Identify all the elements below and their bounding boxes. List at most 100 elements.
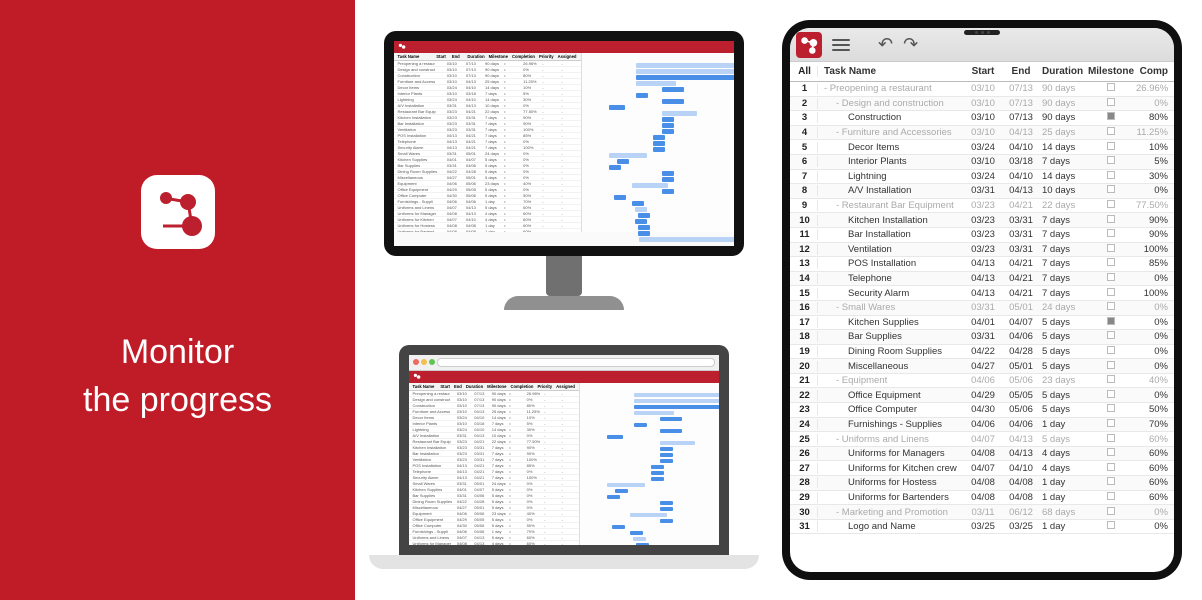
gantt-chart[interactable] bbox=[579, 383, 719, 545]
milestone-checkbox-icon[interactable] bbox=[1107, 317, 1115, 325]
gantt-bar[interactable] bbox=[632, 183, 669, 188]
milestone-cell[interactable] bbox=[1086, 404, 1136, 415]
gantt-bar[interactable] bbox=[662, 171, 675, 176]
milestone-checkbox-icon[interactable] bbox=[1107, 434, 1115, 442]
milestone-checkbox-icon[interactable] bbox=[1107, 448, 1115, 456]
milestone-cell[interactable] bbox=[1086, 142, 1136, 153]
task-row[interactable]: 29Uniforms for Bartenders04/0804/081 day… bbox=[790, 491, 1174, 506]
milestone-cell[interactable] bbox=[1086, 419, 1136, 430]
gantt-bar[interactable] bbox=[636, 81, 676, 86]
task-row[interactable]: 9- Restaurant Bar Equipment03/2304/2122 … bbox=[790, 199, 1174, 214]
milestone-checkbox-icon[interactable] bbox=[1107, 112, 1115, 120]
gantt-bar[interactable] bbox=[609, 153, 647, 158]
gantt-bar[interactable] bbox=[630, 513, 667, 518]
milestone-cell[interactable] bbox=[1086, 127, 1136, 138]
col-milestone[interactable]: Milestone bbox=[1086, 66, 1136, 77]
address-bar[interactable] bbox=[437, 358, 715, 367]
gantt-bar[interactable] bbox=[660, 429, 682, 434]
task-row[interactable]: 12Ventilation03/2303/317 days100% bbox=[790, 243, 1174, 258]
milestone-cell[interactable] bbox=[1086, 492, 1136, 503]
milestone-cell[interactable] bbox=[1086, 521, 1136, 532]
milestone-cell[interactable] bbox=[1086, 331, 1136, 342]
gantt-bar[interactable] bbox=[612, 525, 625, 530]
milestone-checkbox-icon[interactable] bbox=[1107, 171, 1115, 179]
task-row[interactable]: 14Telephone04/1304/217 days0% bbox=[790, 272, 1174, 287]
milestone-checkbox-icon[interactable] bbox=[1107, 215, 1115, 223]
task-row[interactable]: 1- Preopening a restaurant03/1007/1390 d… bbox=[790, 82, 1174, 97]
task-row[interactable]: 16- Small Wares03/3105/0124 days0% bbox=[790, 301, 1174, 316]
gantt-bar[interactable] bbox=[609, 165, 622, 170]
task-row[interactable]: 11Bar Installation03/2303/317 days90% bbox=[790, 228, 1174, 243]
task-row[interactable]: 10Kitchen Installation03/2303/317 days90… bbox=[790, 213, 1174, 228]
app-logo-icon[interactable] bbox=[796, 32, 822, 58]
gantt-bar[interactable] bbox=[660, 453, 673, 458]
gantt-bar[interactable] bbox=[662, 117, 675, 122]
gantt-bar[interactable] bbox=[660, 459, 673, 464]
milestone-cell[interactable] bbox=[1086, 317, 1136, 328]
gantt-bar[interactable] bbox=[634, 423, 647, 428]
col-end[interactable]: End bbox=[1002, 66, 1040, 77]
gantt-bar[interactable] bbox=[635, 207, 648, 212]
milestone-cell[interactable] bbox=[1086, 156, 1136, 167]
gantt-chart[interactable] bbox=[581, 53, 734, 232]
milestone-checkbox-icon[interactable] bbox=[1107, 288, 1115, 296]
task-row[interactable]: 24Furnishings - Supplies04/0604/061 day7… bbox=[790, 418, 1174, 433]
gantt-bar[interactable] bbox=[633, 537, 646, 542]
milestone-cell[interactable] bbox=[1086, 375, 1136, 386]
col-task-name[interactable]: Task Name bbox=[818, 66, 964, 77]
milestone-cell[interactable] bbox=[1086, 463, 1136, 474]
col-duration[interactable]: Duration bbox=[1040, 66, 1086, 77]
task-row[interactable]: 15Security Alarm04/1304/217 days100% bbox=[790, 286, 1174, 301]
milestone-checkbox-icon[interactable] bbox=[1107, 302, 1115, 310]
task-row[interactable]: 5Decor Items03/2404/1014 days10% bbox=[790, 140, 1174, 155]
window-minimize-icon[interactable] bbox=[421, 359, 427, 365]
gantt-bar[interactable] bbox=[638, 213, 651, 218]
gantt-bar[interactable] bbox=[662, 123, 675, 128]
col-completion[interactable]: Comp bbox=[1136, 66, 1172, 77]
milestone-checkbox-icon[interactable] bbox=[1107, 127, 1115, 135]
task-row[interactable]: 27Uniforms for Kitchen crew04/0704/104 d… bbox=[790, 461, 1174, 476]
milestone-cell[interactable] bbox=[1086, 171, 1136, 182]
milestone-cell[interactable] bbox=[1086, 200, 1136, 211]
milestone-checkbox-icon[interactable] bbox=[1107, 521, 1115, 529]
task-table[interactable]: Task Name Start End Duration Milestone C… bbox=[394, 53, 581, 232]
milestone-cell[interactable] bbox=[1086, 185, 1136, 196]
gantt-bar[interactable] bbox=[607, 495, 620, 500]
task-row[interactable]: 8A/V Installation03/3104/1310 days0% bbox=[790, 184, 1174, 199]
milestone-checkbox-icon[interactable] bbox=[1107, 83, 1115, 91]
milestone-cell[interactable] bbox=[1086, 361, 1136, 372]
task-row[interactable]: 31Logo and Name03/2503/251 day0% bbox=[790, 520, 1174, 535]
task-table[interactable]: Task Name Start End Duration Milestone C… bbox=[409, 383, 580, 545]
milestone-checkbox-icon[interactable] bbox=[1107, 258, 1115, 266]
gantt-bar[interactable] bbox=[630, 531, 643, 536]
gantt-bar[interactable] bbox=[638, 231, 651, 236]
gantt-bar[interactable] bbox=[660, 417, 682, 422]
task-grid[interactable]: All Task Name Start End Duration Milesto… bbox=[790, 62, 1174, 572]
gantt-bar[interactable] bbox=[662, 129, 675, 134]
gantt-bar[interactable] bbox=[653, 141, 666, 146]
milestone-cell[interactable] bbox=[1086, 98, 1136, 109]
milestone-checkbox-icon[interactable] bbox=[1107, 273, 1115, 281]
gantt-bar[interactable] bbox=[636, 63, 734, 68]
col-all[interactable]: All bbox=[792, 66, 818, 77]
milestone-checkbox-icon[interactable] bbox=[1107, 375, 1115, 383]
undo-icon[interactable]: ↶ bbox=[878, 34, 893, 55]
col-start[interactable]: Start bbox=[964, 66, 1002, 77]
milestone-checkbox-icon[interactable] bbox=[1107, 244, 1115, 252]
gantt-bar[interactable] bbox=[662, 111, 697, 116]
task-row[interactable]: 20Miscellaneous04/2705/015 days0% bbox=[790, 359, 1174, 374]
task-row[interactable]: 23Office Computer04/3005/065 days50% bbox=[790, 403, 1174, 418]
task-row[interactable]: 7Lightning03/2404/1014 days30% bbox=[790, 170, 1174, 185]
milestone-checkbox-icon[interactable] bbox=[1107, 390, 1115, 398]
milestone-cell[interactable] bbox=[1086, 434, 1136, 445]
gantt-bar[interactable] bbox=[653, 147, 666, 152]
gantt-bar[interactable] bbox=[636, 543, 649, 545]
milestone-checkbox-icon[interactable] bbox=[1107, 463, 1115, 471]
gantt-bar[interactable] bbox=[636, 75, 734, 80]
gantt-bar[interactable] bbox=[635, 219, 648, 224]
task-row[interactable]: 17Kitchen Supplies04/0104/075 days0% bbox=[790, 316, 1174, 331]
gantt-bar[interactable] bbox=[651, 471, 664, 476]
task-row[interactable]: 18Bar Supplies03/3104/065 days0% bbox=[790, 330, 1174, 345]
gantt-bar[interactable] bbox=[662, 99, 684, 104]
gantt-bar[interactable] bbox=[660, 447, 673, 452]
